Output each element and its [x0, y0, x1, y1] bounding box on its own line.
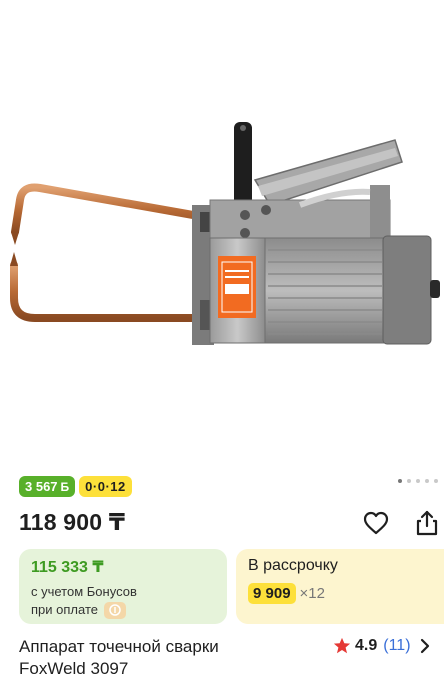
product-price: 118 900 ₸ — [19, 509, 126, 535]
favorite-button[interactable] — [361, 508, 391, 538]
bonus-price: 115 333 ₸ — [31, 559, 104, 576]
gallery-dot[interactable] — [407, 479, 411, 483]
chevron-right-icon — [420, 638, 429, 654]
rating-value: 4.9 — [355, 637, 378, 654]
product-title-line1: Аппарат точечной сварки — [19, 637, 219, 656]
installment-multiplier: ×12 — [299, 585, 325, 602]
product-title-line2: FoxWeld 3097 — [19, 659, 129, 678]
gallery-pagination[interactable] — [398, 479, 438, 483]
promo-badges: 3 567 Б 0·0·12 — [19, 476, 132, 497]
bonus-line1: с учетом Бонусов — [31, 584, 137, 599]
share-icon — [416, 510, 438, 536]
bonus-badge-unit: Б — [60, 479, 70, 494]
installment-badge: 0·0·12 — [79, 476, 132, 497]
bonus-line2: при оплате — [31, 602, 98, 617]
gallery-dot[interactable] — [416, 479, 420, 483]
bonus-description: с учетом Бонусов при оплате — [31, 583, 215, 619]
installment-row: 9 909 ×12 — [248, 583, 432, 604]
spot-welder-illustration — [10, 122, 440, 345]
gallery-dot[interactable] — [425, 479, 429, 483]
gallery-dot[interactable] — [398, 479, 402, 483]
installment-monthly: 9 909 — [248, 583, 296, 604]
installment-card[interactable]: В рассрочку 9 909 ×12 — [236, 549, 444, 624]
star-icon — [333, 637, 351, 654]
bonus-line2-row: при оплате — [31, 601, 215, 619]
payment-icon — [103, 601, 126, 619]
product-title: Аппарат точечной сварки FoxWeld 3097 — [19, 636, 319, 680]
bonus-price-card[interactable]: 115 333 ₸ с учетом Бонусов при оплате — [19, 549, 227, 624]
product-image[interactable] — [0, 0, 444, 470]
bonus-badge: 3 567 Б — [19, 476, 76, 497]
share-button[interactable] — [412, 508, 442, 538]
installment-title: В рассрочку — [248, 557, 338, 574]
gallery-dot[interactable] — [434, 479, 438, 483]
review-count[interactable]: (11) — [383, 637, 410, 655]
bonus-badge-value: 3 567 — [25, 479, 58, 494]
heart-outline-icon — [363, 511, 389, 535]
rating-link[interactable]: 4.9 (11) — [333, 637, 431, 655]
